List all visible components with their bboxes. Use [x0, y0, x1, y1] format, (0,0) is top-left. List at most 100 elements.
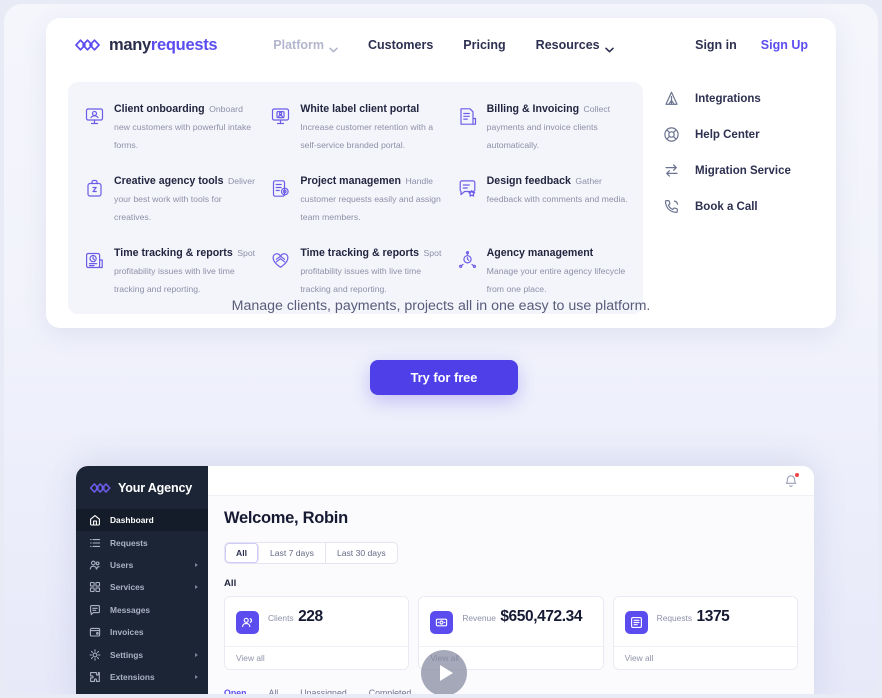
resources-list: Integrations Help Center Migration Servi… — [643, 72, 836, 328]
nav-link-label: Pricing — [463, 38, 506, 52]
resource-label: Integrations — [695, 92, 761, 105]
resource-label: Migration Service — [695, 164, 791, 177]
brand-logo[interactable]: manyrequests — [74, 35, 218, 55]
sidebar-item-dashboard[interactable]: Dashboard — [76, 509, 208, 532]
navigation-panel: manyrequests Platform Customers Pricing … — [46, 18, 836, 328]
app-topbar — [208, 466, 814, 496]
date-range-filter: All Last 7 days Last 30 days — [224, 542, 398, 564]
brand-name: manyrequests — [109, 35, 218, 54]
nav-link-label: Resources — [535, 38, 600, 52]
page-title: Welcome, Robin — [224, 509, 348, 527]
sidebar-item-extensions[interactable]: Extensions — [76, 666, 208, 688]
chevron-right-icon — [195, 562, 198, 567]
agency-network-icon — [457, 250, 478, 271]
sign-in-link[interactable]: Sign in — [695, 38, 737, 52]
tab-completed[interactable]: Completed — [369, 688, 412, 694]
notification-dot — [794, 472, 799, 477]
dashboard-body: Welcome, Robin All Last 7 days Last 30 d… — [208, 496, 814, 670]
landing-page: manyrequests Platform Customers Pricing … — [4, 4, 878, 694]
range-filter-last-7-days[interactable]: Last 7 days — [259, 543, 326, 563]
migration-arrows-icon — [663, 162, 680, 179]
resource-label: Help Center — [695, 128, 760, 141]
try-for-free-button[interactable]: Try for free — [370, 360, 518, 395]
play-button[interactable] — [421, 650, 467, 694]
nav-link-label: Platform — [273, 38, 324, 52]
sidebar-label: Messages — [110, 604, 151, 615]
sidebar-item-settings[interactable]: Settings — [76, 643, 208, 665]
feature-item-agency-management[interactable]: Agency management Manage your entire age… — [453, 240, 633, 300]
feature-title: White label client portal — [300, 103, 420, 115]
sidebar-item-messages[interactable]: Messages — [76, 599, 208, 621]
sidebar-item-requests[interactable]: Requests — [76, 531, 208, 553]
sign-up-button[interactable]: Sign Up — [761, 38, 808, 52]
sidebar-label: Users — [110, 559, 134, 570]
chevron-down-icon — [604, 42, 614, 53]
stats-group-label: All — [224, 578, 237, 589]
stat-cards: Clients 228 View all Revenue $650,472.34… — [224, 596, 798, 670]
range-filter-all[interactable]: All — [225, 543, 259, 563]
workspace-name: Your Agency — [118, 480, 193, 495]
stat-card-requests: Requests 1375 View all — [612, 596, 798, 670]
sidebar-item-invoices[interactable]: Invoices — [76, 621, 208, 643]
feedback-star-icon — [457, 178, 478, 199]
chevrons-logo-icon — [74, 37, 100, 53]
feature-title: Agency management — [486, 247, 594, 259]
resource-link-book-a-call[interactable]: Book a Call — [663, 198, 836, 215]
range-filter-last-30-days[interactable]: Last 30 days — [326, 543, 397, 563]
top-navigation-bar: manyrequests Platform Customers Pricing … — [46, 18, 836, 72]
clients-icon — [236, 611, 259, 634]
stat-value: 1375 — [696, 608, 730, 625]
nav-links: Platform Customers Pricing Resources — [273, 38, 614, 53]
feature-item-time-tracking-reports-alt[interactable]: Time tracking & reports Spot profitabili… — [266, 240, 446, 300]
sidebar-label: Dashboard — [110, 515, 154, 526]
revenue-icon — [430, 611, 454, 634]
tab-unassigned[interactable]: Unassigned — [300, 688, 346, 694]
chevron-right-icon — [195, 674, 198, 679]
nav-link-resources[interactable]: Resources — [535, 38, 614, 53]
stat-card-body: Revenue $650,472.34 — [419, 597, 602, 646]
time-report-icon — [84, 250, 105, 271]
tab-open[interactable]: Open — [224, 688, 246, 694]
nav-actions: Sign in Sign Up — [695, 38, 808, 52]
sidebar-item-services[interactable]: Services — [76, 576, 208, 598]
chevrons-logo-icon — [89, 481, 111, 495]
feature-item-client-onboarding[interactable]: Client onboarding Onboard new customers … — [80, 96, 260, 156]
resource-label: Book a Call — [695, 200, 758, 213]
feature-title: Time tracking & reports — [114, 247, 233, 259]
sidebar-label: Services — [110, 582, 145, 593]
wallet-icon — [89, 626, 101, 638]
list-icon — [89, 537, 101, 549]
message-icon — [89, 604, 101, 616]
resource-link-help-center[interactable]: Help Center — [663, 126, 836, 143]
feature-grid: Client onboarding Onboard new customers … — [68, 82, 643, 314]
chevron-right-icon — [195, 652, 198, 657]
resource-link-integrations[interactable]: Integrations — [663, 90, 836, 107]
feature-item-billing-invoicing[interactable]: Billing & Invoicing Collect payments and… — [453, 96, 633, 156]
nav-link-platform[interactable]: Platform — [273, 38, 338, 53]
feature-item-time-tracking-reports[interactable]: Time tracking & reports Spot profitabili… — [80, 240, 260, 300]
resource-link-migration-service[interactable]: Migration Service — [663, 162, 836, 179]
feature-item-project-management[interactable]: Project managemen Handle customer reques… — [266, 168, 446, 228]
nav-link-pricing[interactable]: Pricing — [463, 38, 505, 52]
tab-all[interactable]: All — [268, 688, 278, 694]
view-all-link[interactable]: View all — [225, 646, 409, 669]
hero-subtitle: Manage clients, payments, projects all i… — [231, 298, 651, 314]
feature-title: Time tracking & reports — [300, 247, 420, 259]
creative-toolbox-icon — [84, 178, 105, 199]
nav-link-customers[interactable]: Customers — [368, 38, 433, 52]
puzzle-icon — [89, 671, 101, 683]
nav-link-label: Customers — [368, 38, 434, 52]
view-all-link[interactable]: View all — [613, 646, 797, 669]
feature-item-white-label-client-portal[interactable]: White label client portal Increase custo… — [266, 96, 446, 156]
feature-title: Project managemen — [300, 175, 402, 187]
mega-dropdown-menu: Client onboarding Onboard new customers … — [46, 72, 836, 328]
stat-label: Clients — [268, 613, 294, 623]
sidebar-item-users[interactable]: Users — [76, 554, 208, 576]
request-tabs: Open All Unassigned Completed — [224, 687, 411, 694]
feature-item-creative-agency-tools[interactable]: Creative agency tools Deliver your best … — [80, 168, 260, 228]
chevron-down-icon — [329, 42, 338, 53]
workspace-brand[interactable]: Your Agency — [76, 466, 208, 509]
app-sidebar: Your Agency Dashboard Requests Users Ser… — [76, 466, 208, 694]
feature-item-design-feedback[interactable]: Design feedback Gather feedback with com… — [453, 168, 633, 228]
bell-icon[interactable] — [784, 472, 799, 488]
